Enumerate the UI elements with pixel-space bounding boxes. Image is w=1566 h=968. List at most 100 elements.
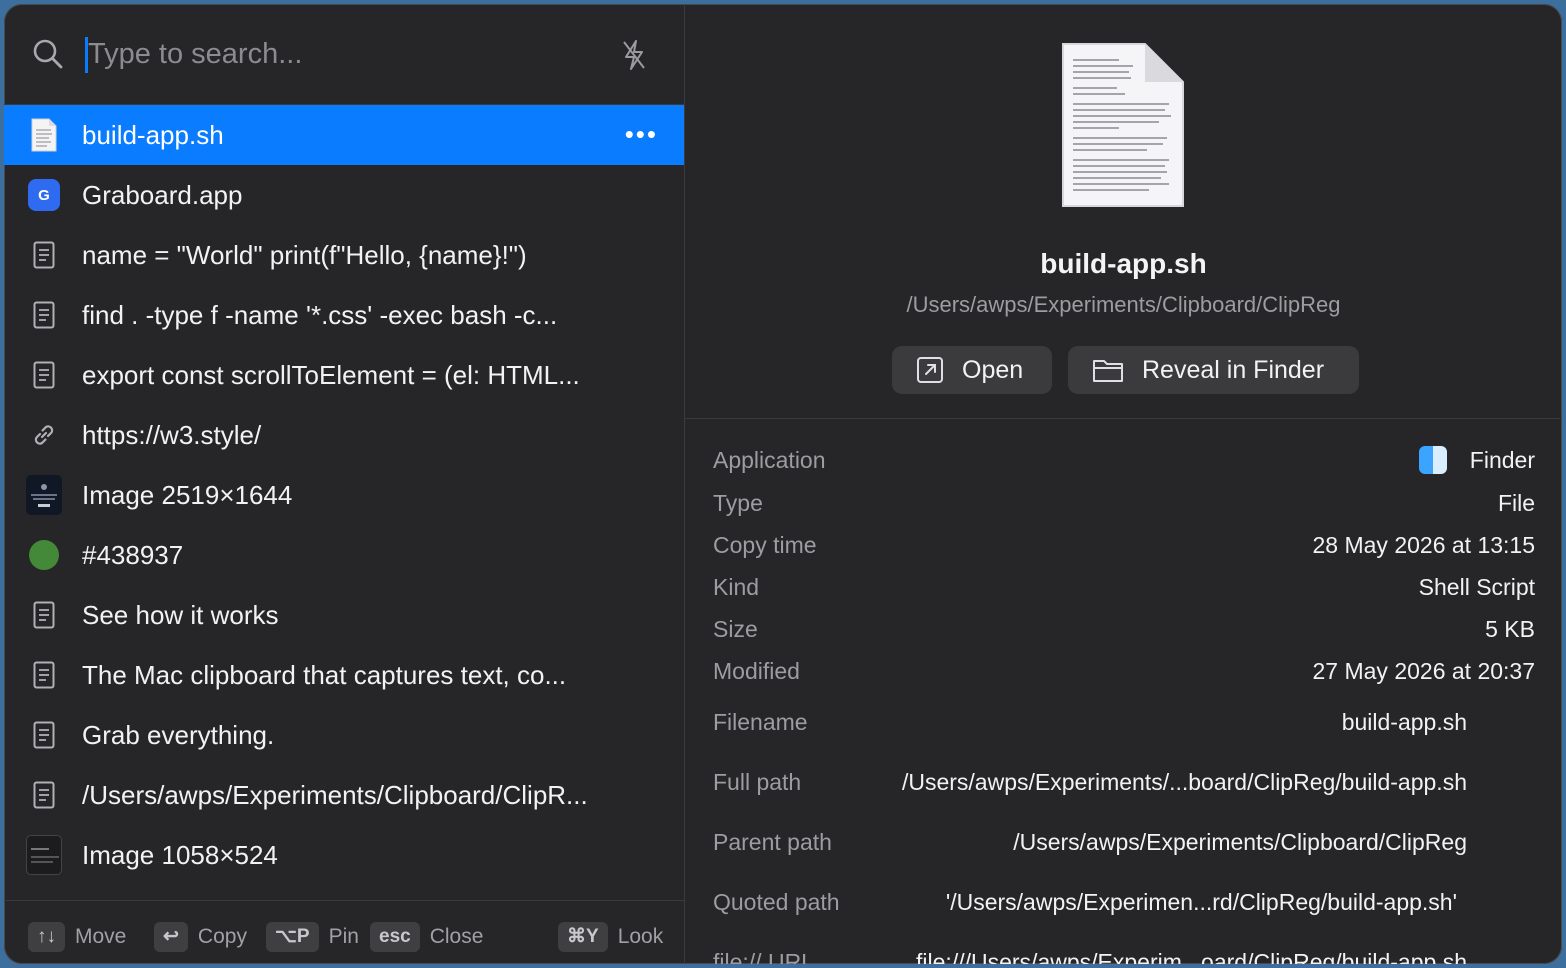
detail-value: 5 KB bbox=[1485, 616, 1535, 642]
list-item-label: find . -type f -name '*.css' -exec bash … bbox=[82, 300, 558, 330]
copy-hint: ↩ Copy bbox=[154, 921, 247, 953]
link-icon bbox=[26, 417, 62, 453]
list-item[interactable]: The Mac clipboard that captures text, co… bbox=[4, 645, 684, 705]
open-label: Open bbox=[962, 355, 1024, 384]
open-button[interactable]: Open bbox=[892, 346, 1052, 394]
list-item-label: Image 2519×1644 bbox=[82, 480, 293, 510]
list-item[interactable]: find . -type f -name '*.css' -exec bash … bbox=[4, 285, 684, 345]
detail-row-modified: Modified 27 May 2026 at 20:37 bbox=[713, 651, 1535, 691]
document-preview-icon bbox=[1062, 43, 1184, 207]
open-external-icon bbox=[917, 357, 943, 383]
text-document-icon bbox=[26, 657, 62, 693]
list-item-label: name = "World" print(f"Hello, {name}!") bbox=[82, 240, 527, 270]
detail-value: build-app.sh bbox=[1341, 709, 1467, 735]
close-label: Close bbox=[429, 925, 484, 948]
list-item[interactable]: See how it works bbox=[4, 585, 684, 645]
shortcut-bar: ↑↓ Move ↩ Copy ⌥P Pin esc Close ⌘Y Look bbox=[4, 900, 684, 964]
lightning-off-icon[interactable] bbox=[619, 38, 649, 72]
detail-label: Application bbox=[713, 447, 826, 473]
search-icon bbox=[33, 39, 63, 69]
list-item[interactable]: Image 1058×524 bbox=[4, 825, 684, 885]
detail-row-filename[interactable]: Filename build-app.sh bbox=[713, 702, 1467, 742]
list-item[interactable]: Grab everything. bbox=[4, 705, 684, 765]
folder-icon bbox=[1093, 360, 1123, 382]
history-pane: build-app.sh ••• G Graboard.app name = "… bbox=[4, 4, 685, 964]
detail-row-kind: Kind Shell Script bbox=[713, 567, 1535, 607]
list-item[interactable]: build-app.sh ••• bbox=[4, 105, 684, 165]
list-item-label: Graboard.app bbox=[82, 180, 243, 210]
shell-file-icon bbox=[26, 117, 62, 153]
detail-row-size: Size 5 KB bbox=[713, 609, 1535, 649]
search-input[interactable] bbox=[88, 32, 588, 76]
preview-pane: build-app.sh /Users/awps/Experiments/Cli… bbox=[685, 4, 1562, 964]
text-document-icon bbox=[26, 357, 62, 393]
close-key: esc bbox=[370, 922, 420, 952]
more-options-icon[interactable]: ••• bbox=[625, 119, 658, 150]
detail-value: Shell Script bbox=[1418, 574, 1535, 600]
list-item-label: Grab everything. bbox=[82, 720, 275, 750]
list-item-label: /Users/awps/Experiments/Clipboard/ClipR.… bbox=[82, 780, 588, 810]
reveal-in-finder-button[interactable]: Reveal in Finder bbox=[1068, 346, 1359, 394]
detail-row-file-url[interactable]: file:// URL file:///Users/awps/Experim..… bbox=[713, 942, 1467, 964]
move-key: ↑↓ bbox=[28, 922, 65, 952]
search-bar bbox=[4, 4, 684, 105]
copy-key: ↩ bbox=[154, 922, 188, 952]
text-document-icon bbox=[26, 237, 62, 273]
detail-value: File bbox=[1497, 490, 1535, 516]
list-item-label: #438937 bbox=[82, 540, 184, 570]
list-item-label: build-app.sh bbox=[82, 120, 224, 150]
image-thumbnail-icon bbox=[26, 835, 62, 875]
look-key: ⌘Y bbox=[558, 922, 608, 952]
text-document-icon bbox=[26, 717, 62, 753]
list-item[interactable]: #438937 bbox=[4, 525, 684, 585]
detail-row-full-path[interactable]: Full path /Users/awps/Experiments/...boa… bbox=[713, 762, 1467, 802]
app-icon: G bbox=[26, 177, 62, 213]
detail-label: Filename bbox=[713, 709, 808, 735]
look-hint: ⌘Y Look bbox=[558, 921, 663, 953]
detail-value: '/Users/awps/Experimen...rd/ClipReg/buil… bbox=[945, 889, 1457, 915]
list-item-label: The Mac clipboard that captures text, co… bbox=[82, 660, 567, 690]
reveal-label: Reveal in Finder bbox=[1142, 355, 1325, 384]
detail-value: Finder bbox=[1469, 447, 1535, 473]
pin-hint: ⌥P Pin bbox=[266, 921, 359, 953]
pin-label: Pin bbox=[328, 925, 359, 948]
list-item[interactable]: G Graboard.app bbox=[4, 165, 684, 225]
color-swatch-icon bbox=[26, 537, 62, 573]
detail-row-quoted-path[interactable]: Quoted path '/Users/awps/Experimen...rd/… bbox=[713, 882, 1457, 922]
preview-path: /Users/awps/Experiments/Clipboard/ClipRe… bbox=[906, 292, 1341, 317]
detail-label: Parent path bbox=[713, 829, 832, 855]
finder-icon bbox=[1419, 446, 1447, 474]
detail-label: Type bbox=[713, 490, 763, 516]
look-label: Look bbox=[617, 925, 664, 948]
detail-value: 28 May 2026 at 13:15 bbox=[1312, 532, 1536, 558]
detail-label: file:// URL bbox=[713, 949, 814, 964]
detail-row-application: Application Finder bbox=[713, 440, 1535, 480]
list-item-label: Image 1058×524 bbox=[82, 840, 278, 870]
list-item[interactable]: /Users/awps/Experiments/Clipboard/ClipR.… bbox=[4, 765, 684, 825]
list-item[interactable]: name = "World" print(f"Hello, {name}!") bbox=[4, 225, 684, 285]
text-document-icon bbox=[26, 297, 62, 333]
list-item-label: https://w3.style/ bbox=[82, 420, 262, 450]
text-document-icon bbox=[26, 597, 62, 633]
list-item[interactable]: Image 2519×1644 bbox=[4, 465, 684, 525]
pin-key: ⌥P bbox=[266, 922, 319, 952]
detail-label: Full path bbox=[713, 769, 802, 795]
divider bbox=[685, 418, 1562, 419]
clipboard-window: build-app.sh ••• G Graboard.app name = "… bbox=[4, 4, 1562, 964]
detail-label: Kind bbox=[713, 574, 760, 600]
detail-row-copy-time: Copy time 28 May 2026 at 13:15 bbox=[713, 525, 1535, 565]
text-document-icon bbox=[26, 777, 62, 813]
move-label: Move bbox=[75, 925, 127, 948]
detail-label: Modified bbox=[713, 658, 800, 684]
move-hint: ↑↓ Move bbox=[28, 921, 126, 953]
detail-value: /Users/awps/Experiments/...board/ClipReg… bbox=[901, 769, 1467, 795]
detail-label: Size bbox=[713, 616, 758, 642]
list-item[interactable]: export const scrollToElement = (el: HTML… bbox=[4, 345, 684, 405]
preview-title: build-app.sh bbox=[1040, 248, 1207, 279]
detail-label: Copy time bbox=[713, 532, 817, 558]
list-item[interactable]: https://w3.style/ bbox=[4, 405, 684, 465]
detail-row-parent-path[interactable]: Parent path /Users/awps/Experiments/Clip… bbox=[713, 822, 1467, 862]
detail-value: 27 May 2026 at 20:37 bbox=[1312, 658, 1536, 684]
detail-value: file:///Users/awps/Experim...oard/ClipRe… bbox=[916, 949, 1467, 964]
close-hint: esc Close bbox=[370, 921, 483, 953]
